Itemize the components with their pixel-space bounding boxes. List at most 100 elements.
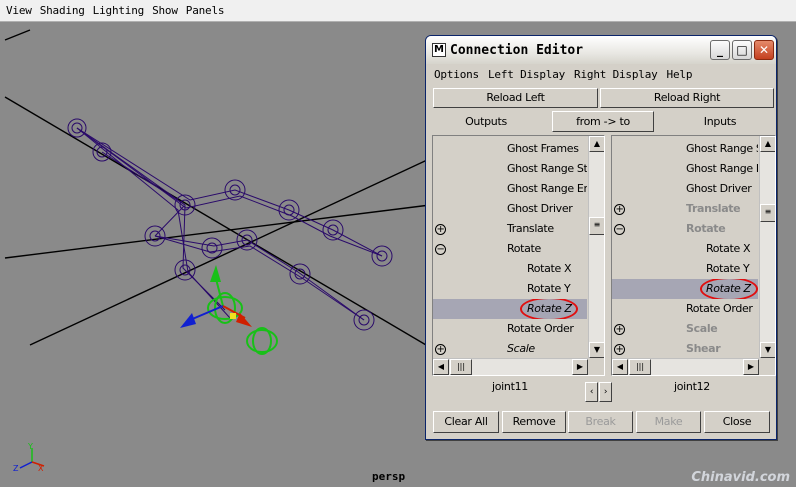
right-node-name: joint12 [673, 380, 711, 393]
break-button[interactable]: Break [568, 411, 633, 433]
attribute-row[interactable]: Ghost Driver [433, 199, 587, 219]
attribute-row[interactable]: Rotate Z [612, 279, 758, 299]
clear-all-button[interactable]: Clear All [433, 411, 499, 433]
left-horizontal-scrollbar[interactable]: ◀ ||| ▶ [433, 358, 588, 375]
scroll-right-arrow-icon[interactable]: ▶ [572, 359, 588, 375]
menu-right-display[interactable]: Right Display [574, 68, 658, 84]
axis-triad: Y Z X [13, 442, 45, 473]
attribute-label: Rotate Y [706, 262, 750, 275]
attribute-row[interactable]: Rotate Order [433, 319, 587, 339]
rotate-manipulator[interactable] [180, 265, 278, 355]
close-button[interactable]: Close [704, 411, 770, 433]
bone-chain [76, 127, 383, 257]
attribute-row[interactable]: − Rotate [612, 219, 758, 239]
attribute-row[interactable]: Ghost Frames [433, 139, 587, 159]
right-horizontal-scrollbar[interactable]: ◀ ||| ▶ [612, 358, 759, 375]
scroll-thumb[interactable]: ||| [450, 359, 472, 375]
viewport-menu-panels[interactable]: Panels [186, 4, 225, 17]
scroll-corner [759, 358, 775, 375]
attribute-row[interactable]: Ghost Range Start [612, 139, 758, 159]
collapse-minus-icon[interactable]: − [435, 244, 446, 255]
attribute-row[interactable]: + Translate [433, 219, 587, 239]
attribute-label: Rotate [507, 242, 541, 255]
menu-left-display[interactable]: Left Display [488, 68, 565, 84]
attribute-row[interactable]: Rotate Y [433, 279, 587, 299]
scroll-right-arrow-icon[interactable]: ▶ [743, 359, 759, 375]
attribute-label: Rotate Order [507, 322, 574, 335]
attribute-row[interactable]: Rotate Z [433, 299, 587, 319]
inputs-attribute-list[interactable]: Ghost Range Start Ghost Range End Ghost Dr… [611, 135, 776, 376]
attribute-row[interactable]: Rotate Y [612, 259, 758, 279]
scroll-down-arrow-icon[interactable]: ▼ [589, 342, 604, 358]
attribute-row[interactable]: + Scale [433, 339, 587, 359]
red-circle-annotation [520, 299, 578, 319]
attribute-label: Rotate Order [686, 302, 753, 315]
attribute-row[interactable]: Ghost Range Start [433, 159, 587, 179]
outputs-attribute-list[interactable]: Ghost Frames Ghost Range Start Ghost Range… [432, 135, 605, 376]
collapse-right-arrow-icon[interactable]: › [599, 382, 612, 402]
menu-help[interactable]: Help [667, 68, 693, 84]
attribute-row[interactable]: Ghost Range End [433, 179, 587, 199]
expand-plus-icon[interactable]: + [614, 324, 625, 335]
expand-plus-icon[interactable]: + [435, 224, 446, 235]
collapse-minus-icon[interactable]: − [614, 224, 625, 235]
watermark: Chinavid.com [691, 470, 790, 485]
menu-options[interactable]: Options [434, 68, 479, 84]
scroll-up-arrow-icon[interactable]: ▲ [589, 136, 604, 152]
attribute-row[interactable]: + Shear [612, 339, 758, 359]
window-title: Connection Editor [450, 42, 584, 58]
viewport-menu-show[interactable]: Show [152, 4, 178, 17]
scroll-left-arrow-icon[interactable]: ◀ [612, 359, 628, 375]
left-vertical-scrollbar[interactable]: ▲ ≡ ▼ [588, 136, 604, 358]
expand-plus-icon[interactable]: + [614, 204, 625, 215]
attribute-row[interactable]: + Translate [612, 199, 758, 219]
scroll-down-arrow-icon[interactable]: ▼ [760, 342, 775, 358]
minimize-button[interactable]: _ [710, 40, 730, 60]
bone-chain [76, 127, 383, 257]
attribute-row[interactable]: − Rotate [433, 239, 587, 259]
red-circle-annotation [700, 279, 758, 299]
attribute-label: Ghost Range Start [507, 162, 587, 175]
right-vertical-scrollbar[interactable]: ▲ ≡ ▼ [759, 136, 775, 358]
maximize-button[interactable]: □ [732, 40, 752, 60]
attribute-row[interactable]: Ghost Range End [612, 159, 758, 179]
attribute-row[interactable]: + Scale [612, 319, 758, 339]
attribute-label: Scale [686, 322, 718, 335]
expand-plus-icon[interactable]: + [614, 344, 625, 355]
scroll-corner [588, 358, 604, 375]
attribute-label: Ghost Frames [507, 142, 579, 155]
reload-right-button[interactable]: Reload Right [600, 88, 774, 108]
scroll-thumb[interactable]: ≡ [760, 204, 775, 222]
close-window-button[interactable]: ✕ [754, 40, 774, 60]
attribute-row[interactable]: Ghost Driver [612, 179, 758, 199]
outputs-label: Outputs [465, 115, 507, 128]
svg-text:X: X [38, 464, 44, 473]
expand-plus-icon[interactable]: + [435, 344, 446, 355]
window-titlebar[interactable]: M Connection Editor _ □ ✕ [426, 36, 776, 64]
viewport-menu-lighting[interactable]: Lighting [93, 4, 145, 17]
collapse-left-arrow-icon[interactable]: ‹ [585, 382, 598, 402]
scroll-thumb[interactable]: ||| [629, 359, 651, 375]
inputs-label: Inputs [703, 115, 737, 128]
attribute-label: Scale [507, 342, 535, 355]
remove-button[interactable]: Remove [502, 411, 566, 433]
bone-chain [101, 151, 186, 206]
viewport-menu-view[interactable]: View [6, 4, 32, 17]
editor-menubar: Options Left Display Right Display Help [434, 68, 692, 84]
scroll-up-arrow-icon[interactable]: ▲ [760, 136, 775, 152]
attribute-label: Translate [686, 202, 741, 215]
attribute-row[interactable]: Rotate X [612, 239, 758, 259]
attribute-label: Rotate Y [527, 282, 571, 295]
attribute-row[interactable]: Rotate X [433, 259, 587, 279]
scroll-thumb[interactable]: ≡ [589, 217, 604, 235]
attribute-label: Ghost Range End [686, 162, 758, 175]
attribute-row[interactable]: Rotate Order [612, 299, 758, 319]
left-list-rows: Ghost Frames Ghost Range Start Ghost Range… [433, 139, 587, 375]
reload-left-button[interactable]: Reload Left [433, 88, 598, 108]
camera-label: persp [372, 470, 406, 483]
connection-editor-window: M Connection Editor _ □ ✕ Options Left D… [425, 35, 777, 440]
viewport-menu-shading[interactable]: Shading [40, 4, 85, 17]
direction-toggle-button[interactable]: from -> to [552, 111, 654, 132]
scroll-left-arrow-icon[interactable]: ◀ [433, 359, 449, 375]
make-button[interactable]: Make [636, 411, 701, 433]
